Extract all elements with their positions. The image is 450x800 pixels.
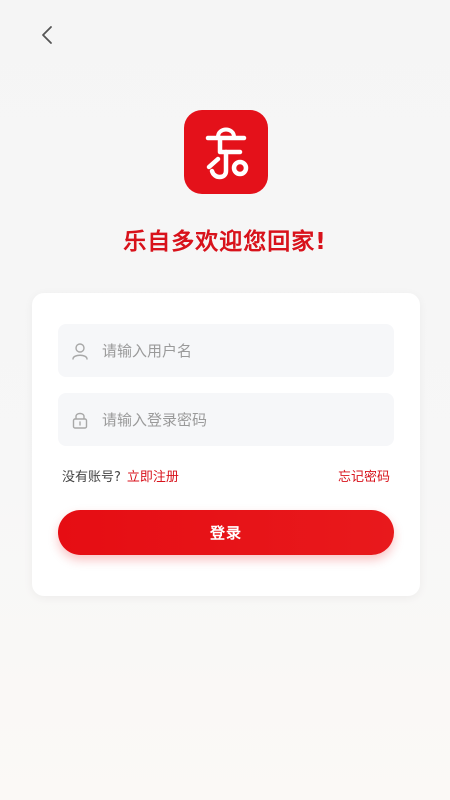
- lock-icon: [70, 410, 90, 430]
- login-card: 没有账号? 立即注册 忘记密码 登录: [32, 293, 420, 596]
- login-button[interactable]: 登录: [58, 510, 394, 555]
- forgot-password-link[interactable]: 忘记密码: [338, 466, 390, 485]
- le-shopping-bag-logo-icon: [205, 127, 249, 180]
- back-button[interactable]: [34, 22, 60, 48]
- app-logo: [184, 110, 268, 194]
- chevron-left-icon: [42, 26, 52, 44]
- no-account-text: 没有账号?: [62, 470, 121, 485]
- username-input[interactable]: [100, 340, 374, 361]
- register-link[interactable]: 立即注册: [127, 470, 179, 485]
- password-input[interactable]: [100, 409, 374, 430]
- user-icon: [70, 341, 90, 361]
- welcome-title: 乐自多欢迎您回家!: [123, 229, 327, 255]
- password-field[interactable]: [58, 393, 394, 446]
- username-field[interactable]: [58, 324, 394, 377]
- account-links-row: 没有账号? 立即注册 忘记密码: [62, 466, 390, 485]
